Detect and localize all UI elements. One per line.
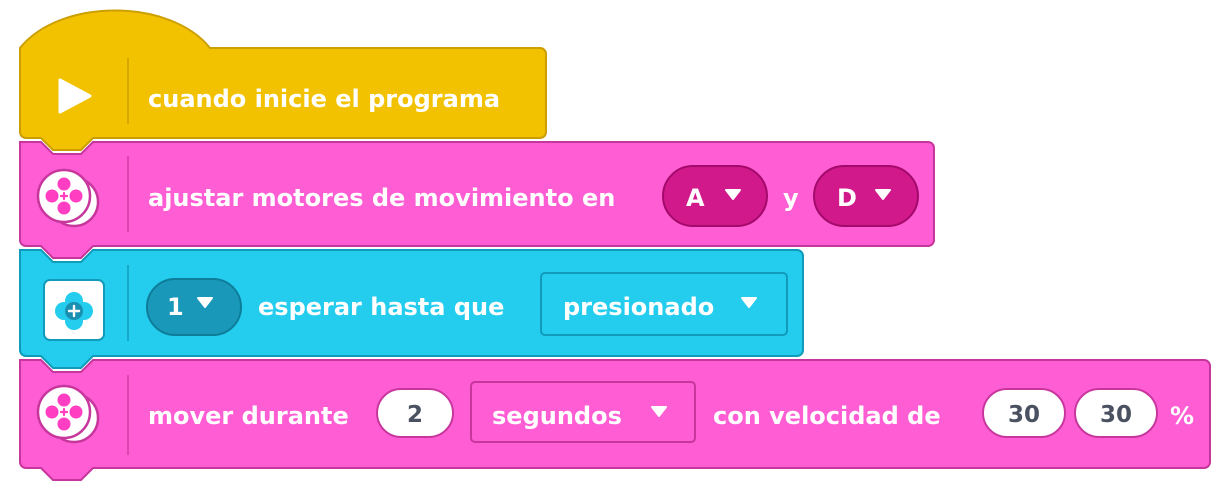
svg-text:30: 30 (1008, 402, 1040, 428)
svg-text:1: 1 (167, 293, 184, 321)
port-right-dropdown[interactable]: D (813, 165, 919, 227)
set-motors-label: ajustar motores de movimiento en (148, 184, 615, 212)
block-wait-until[interactable]: 1 esperar hasta que presionado (19, 249, 804, 369)
speed-right-input[interactable]: 30 (1074, 388, 1158, 438)
svg-text:2: 2 (407, 402, 423, 428)
port-left-dropdown[interactable]: A (662, 165, 768, 227)
svg-text:30: 30 (1100, 402, 1132, 428)
speed-label: con velocidad de (713, 402, 941, 430)
hub-button-icon (43, 279, 105, 341)
svg-text:segundos: segundos (492, 402, 622, 430)
hat-label: cuando inicie el programa (148, 85, 500, 113)
block-canvas: mover durante 2 segundos con velocidad d… (19, 9, 1211, 481)
unit-dropdown[interactable]: segundos (470, 381, 696, 443)
duration-input[interactable]: 2 (376, 388, 454, 438)
percent-label: % (1170, 402, 1194, 430)
block-move-for-duration[interactable]: mover durante 2 segundos con velocidad d… (19, 359, 1211, 481)
state-dropdown[interactable]: presionado (540, 272, 788, 336)
wait-label: esperar hasta que (258, 293, 504, 321)
speed-left-input[interactable]: 30 (982, 388, 1066, 438)
svg-text:A: A (686, 184, 705, 212)
connector-label: y (783, 184, 799, 212)
block-when-program-starts[interactable]: cuando inicie el programa (19, 9, 547, 151)
svg-text:D: D (837, 184, 857, 212)
move-label: mover durante (148, 402, 349, 430)
button-port-dropdown[interactable]: 1 (146, 278, 242, 336)
svg-text:presionado: presionado (563, 293, 714, 321)
block-set-movement-motors[interactable]: ajustar motores de movimiento en A y D (19, 141, 935, 259)
